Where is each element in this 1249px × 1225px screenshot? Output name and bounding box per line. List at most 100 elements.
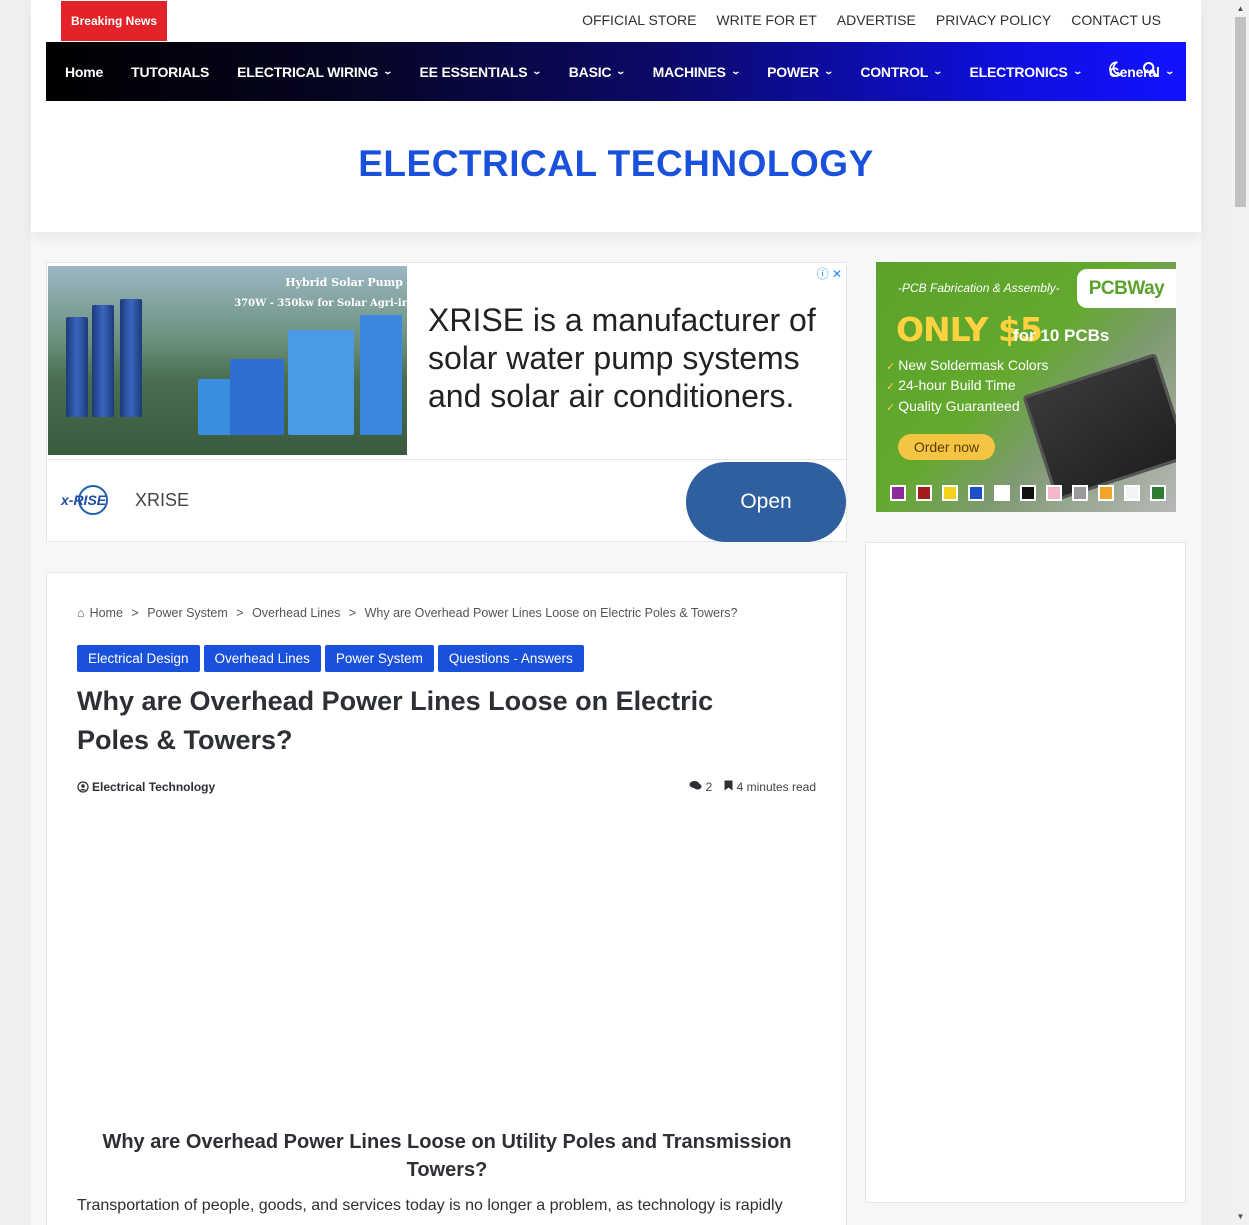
soldermask-color-swatch xyxy=(942,485,958,501)
nav-item-label: ELECTRICAL WIRING xyxy=(237,63,379,80)
category-tags: Electrical Design Overhead Lines Power S… xyxy=(77,645,584,672)
scroll-down-icon[interactable]: ▼ xyxy=(1232,1208,1249,1225)
check-icon: ✓ xyxy=(886,361,896,373)
pcbway-ad[interactable]: -PCB Fabrication & Assembly- PCBWay ONLY… xyxy=(876,262,1176,512)
ad-footer: x-RISE XRISE Open xyxy=(47,459,846,542)
nav-item-label: Home xyxy=(65,63,104,80)
ad-feature: ✓ Quality Guaranteed xyxy=(886,398,1020,414)
ad-image-subcaption: 370W - 350kw for Solar Agri-ir xyxy=(234,298,407,309)
chevron-down-icon: ⌄ xyxy=(730,66,741,76)
ad-controls: ⓘ ✕ xyxy=(817,265,842,282)
breadcrumb-separator: > xyxy=(236,606,244,620)
soldermask-color-swatch xyxy=(1124,485,1140,501)
tag-electrical-design[interactable]: Electrical Design xyxy=(77,645,200,672)
ad-feature: ✓ 24-hour Build Time xyxy=(886,377,1016,393)
check-icon: ✓ xyxy=(886,381,896,393)
pcbway-logo: PCBWay xyxy=(1077,269,1176,308)
nav-item-label: EE ESSENTIALS xyxy=(419,63,528,80)
breadcrumb: ⌂ Home > Power System > Overhead Lines > … xyxy=(77,606,742,620)
site-header: Breaking News OFFICIAL STORE WRITE FOR E… xyxy=(31,0,1201,232)
read-time: 4 minutes read xyxy=(724,780,816,794)
xrise-logo-text: x-RISE xyxy=(60,492,107,508)
breadcrumb-current: Why are Overhead Power Lines Loose on El… xyxy=(364,606,738,620)
nav-item-power[interactable]: POWER ⌄ xyxy=(767,63,834,80)
read-time-value: 4 minutes read xyxy=(736,780,816,794)
top-link-contact-us[interactable]: CONTACT US xyxy=(1071,12,1161,28)
ad-feature: ✓ New Soldermask Colors xyxy=(886,357,1048,373)
page-scrollbar[interactable]: ▲ ▼ xyxy=(1232,0,1249,1225)
search-icon[interactable] xyxy=(1142,61,1158,82)
nav-item-label: POWER xyxy=(767,63,819,80)
ad-headline[interactable]: XRISE is a manufacturer of solar water p… xyxy=(428,301,828,415)
nav-item-label: TUTORIALS xyxy=(131,63,210,80)
breadcrumb-separator: > xyxy=(348,606,357,620)
user-icon xyxy=(77,781,89,793)
site-title[interactable]: ELECTRICAL TECHNOLOGY xyxy=(31,143,1201,185)
sidebar-widget xyxy=(865,542,1186,1203)
comments-count[interactable]: 2 xyxy=(689,780,712,794)
top-link-privacy-policy[interactable]: PRIVACY POLICY xyxy=(936,12,1051,28)
inverter-graphic xyxy=(230,359,284,435)
breadcrumb-overhead-lines[interactable]: Overhead Lines xyxy=(252,606,340,620)
soldermask-color-swatch xyxy=(1098,485,1114,501)
nav-item-electrical-wiring[interactable]: ELECTRICAL WIRING ⌄ xyxy=(237,63,393,80)
chevron-down-icon: ⌄ xyxy=(531,66,543,76)
soldermask-color-swatch xyxy=(1150,485,1166,501)
nav-item-basic[interactable]: BASIC ⌄ xyxy=(569,64,627,80)
article-meta: 2 4 minutes read xyxy=(689,780,816,794)
pump-graphic xyxy=(92,305,114,417)
soldermask-color-swatch xyxy=(1072,485,1088,501)
soldermask-color-swatch xyxy=(916,485,932,501)
breadcrumb-power-system[interactable]: Power System xyxy=(147,606,228,620)
nav-item-machines[interactable]: MACHINES ⌄ xyxy=(653,64,741,80)
close-icon[interactable]: ✕ xyxy=(832,267,842,281)
nav-icons xyxy=(1106,42,1158,101)
chevron-down-icon: ⌄ xyxy=(615,66,627,76)
top-link-official-store[interactable]: OFFICIAL STORE xyxy=(582,12,696,28)
nav-item-home[interactable]: Home xyxy=(65,64,103,80)
top-link-write-for-et[interactable]: WRITE FOR ET xyxy=(716,12,816,28)
ad-advertiser-name: XRISE xyxy=(135,490,190,510)
nav-item-tutorials[interactable]: TUTORIALS xyxy=(131,64,209,80)
pump-graphic xyxy=(120,299,142,417)
scrollbar-thumb[interactable] xyxy=(1235,17,1246,207)
inverter-graphic xyxy=(360,315,402,435)
bookmark-icon xyxy=(724,780,733,791)
nav-item-control[interactable]: CONTROL ⌄ xyxy=(860,64,944,80)
breadcrumb-separator: > xyxy=(131,606,139,620)
author-name[interactable]: Electrical Technology xyxy=(92,780,215,794)
nav-item-ee-essentials[interactable]: EE ESSENTIALS ⌄ xyxy=(419,63,543,80)
ad-feature-label: 24-hour Build Time xyxy=(898,377,1016,393)
pcb-board-graphic xyxy=(1022,353,1176,501)
top-links: OFFICIAL STORE WRITE FOR ET ADVERTISE PR… xyxy=(582,0,1161,40)
soldermask-color-swatch xyxy=(1046,485,1062,501)
order-now-button[interactable]: Order now xyxy=(898,434,995,460)
tag-questions-answers[interactable]: Questions - Answers xyxy=(437,645,584,672)
comments-icon xyxy=(689,781,702,790)
chevron-down-icon: ⌄ xyxy=(1164,66,1175,76)
scroll-up-icon[interactable]: ▲ xyxy=(1232,0,1249,17)
tag-power-system[interactable]: Power System xyxy=(324,645,434,672)
xrise-logo: x-RISE xyxy=(59,482,119,518)
home-icon: ⌂ xyxy=(77,606,85,620)
ad-price-suffix: for 10 PCBs xyxy=(1013,326,1110,345)
article-author[interactable]: Electrical Technology xyxy=(77,780,215,794)
page-container: Breaking News OFFICIAL STORE WRITE FOR E… xyxy=(31,0,1201,1225)
tag-overhead-lines[interactable]: Overhead Lines xyxy=(203,645,321,672)
chevron-down-icon: ⌄ xyxy=(1072,66,1083,76)
chevron-down-icon: ⌄ xyxy=(932,66,944,76)
xrise-ad[interactable]: Hybrid Solar Pump 370W - 350kw for Solar… xyxy=(46,262,847,542)
soldermask-color-swatch xyxy=(968,485,984,501)
info-icon[interactable]: ⓘ xyxy=(817,267,829,281)
ad-image[interactable]: Hybrid Solar Pump 370W - 350kw for Solar… xyxy=(48,266,407,455)
breaking-news-badge[interactable]: Breaking News xyxy=(61,1,167,41)
ad-feature-label: Quality Guaranteed xyxy=(898,398,1020,414)
nav-item-electronics[interactable]: ELECTRONICS ⌄ xyxy=(969,64,1083,80)
moon-icon[interactable] xyxy=(1106,60,1124,83)
breadcrumb-home[interactable]: Home xyxy=(90,606,123,620)
comments-count-value: 2 xyxy=(705,780,713,794)
article-title: Why are Overhead Power Lines Loose on El… xyxy=(77,686,714,755)
top-link-advertise[interactable]: ADVERTISE xyxy=(837,12,916,28)
ad-open-button[interactable]: Open xyxy=(686,462,846,542)
article: ⌂ Home > Power System > Overhead Lines > … xyxy=(46,572,847,1225)
